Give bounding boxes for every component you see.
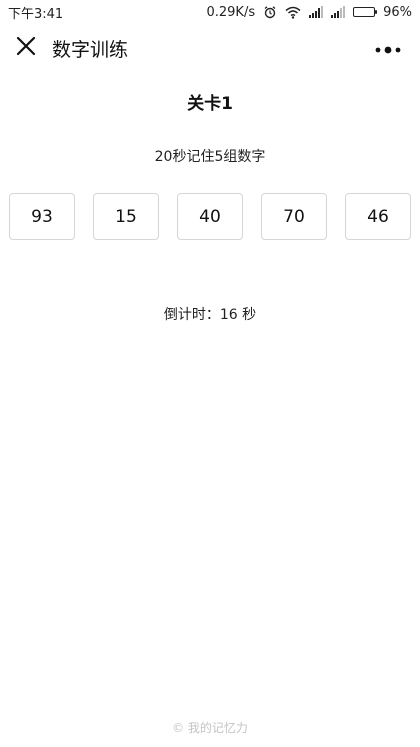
nav-bar: 数字训练 <box>0 24 420 72</box>
number-card: 40 <box>177 193 243 240</box>
countdown-label: 倒计时： <box>163 307 220 323</box>
instruction-text: 20秒记住5组数字 <box>154 149 266 165</box>
signal-icon <box>309 6 324 18</box>
more-button[interactable] <box>366 24 410 72</box>
footer-copyright: © 我的记忆力 <box>172 721 248 735</box>
countdown-value: 16 <box>219 307 238 323</box>
number-card: 46 <box>345 193 411 240</box>
status-time: 下午3:41 <box>8 6 64 22</box>
number-card: 70 <box>261 193 327 240</box>
alarm-icon <box>263 5 277 19</box>
status-indicators: 0.29K/s 96% <box>206 5 412 20</box>
battery-percent: 96% <box>383 4 412 20</box>
network-speed: 0.29K/s <box>206 4 256 20</box>
screen: 下午3:41 0.29K/s 96% 数字训练 关卡1 20秒记住5组数字 93… <box>0 0 420 747</box>
wifi-icon <box>285 6 301 19</box>
countdown: 倒计时：16 秒 <box>0 304 420 324</box>
page-title: 数字训练 <box>52 38 129 61</box>
level-title: 关卡1 <box>187 94 233 114</box>
close-button[interactable] <box>2 24 50 72</box>
close-icon <box>16 36 36 60</box>
more-icon <box>375 39 401 58</box>
numbers-row: 93 15 40 70 46 <box>9 193 411 240</box>
battery-icon <box>353 7 378 17</box>
number-card: 93 <box>9 193 75 240</box>
signal-icon <box>331 6 346 18</box>
countdown-unit: 秒 <box>242 307 257 323</box>
status-bar: 下午3:41 0.29K/s 96% <box>0 0 420 24</box>
number-card: 15 <box>93 193 159 240</box>
